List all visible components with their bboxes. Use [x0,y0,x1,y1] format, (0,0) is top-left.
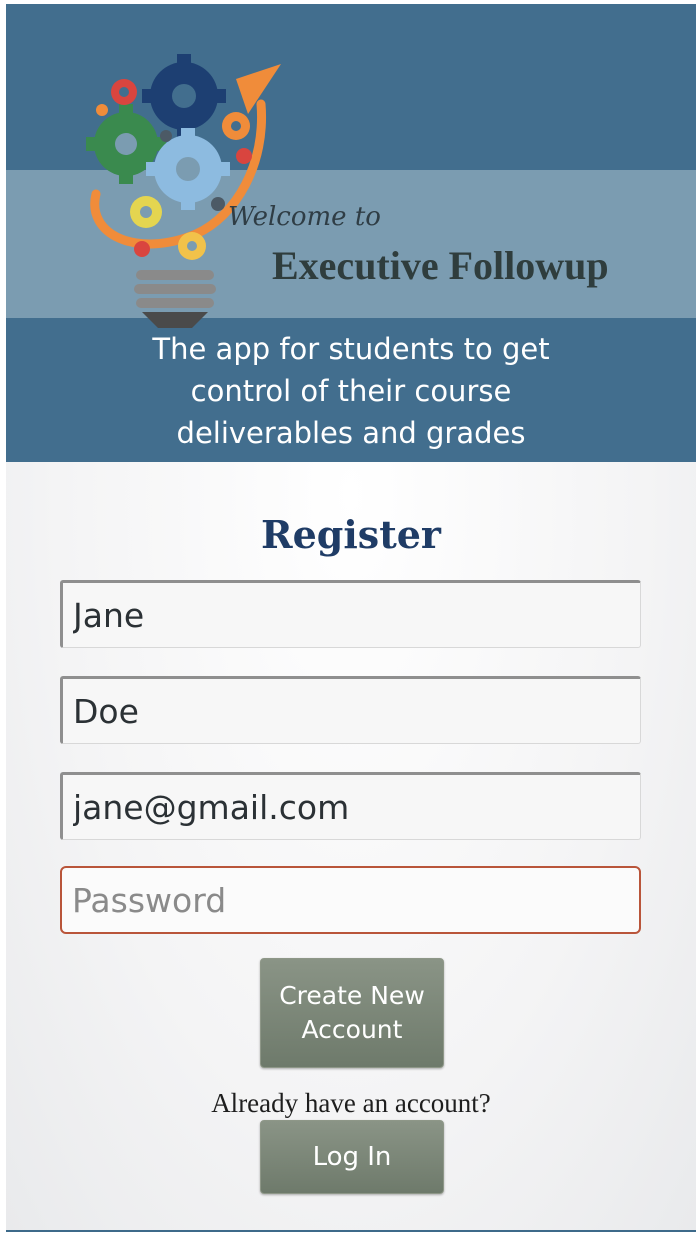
register-heading: Register [261,512,441,557]
bottom-divider [6,1230,696,1232]
app-screen: Welcome to Executive Followup The app fo… [6,4,696,1230]
tagline-line: control of their course [190,374,512,408]
welcome-label: Welcome to [228,202,381,232]
tagline: The app for students to get control of t… [96,328,606,454]
lightbulb-gears-icon [86,54,281,328]
welcome-header: Welcome to Executive Followup The app fo… [6,4,696,462]
tagline-line: deliverables and grades [176,416,526,450]
password-field[interactable] [60,866,641,934]
create-account-button[interactable]: Create New Account [260,958,444,1068]
first-name-field[interactable] [60,580,641,648]
email-field[interactable] [60,772,641,840]
already-have-account-text: Already have an account? [211,1088,491,1118]
login-button[interactable]: Log In [260,1120,444,1194]
app-title: Executive Followup [272,243,609,288]
last-name-field[interactable] [60,676,641,744]
tagline-line: The app for students to get [152,332,550,366]
